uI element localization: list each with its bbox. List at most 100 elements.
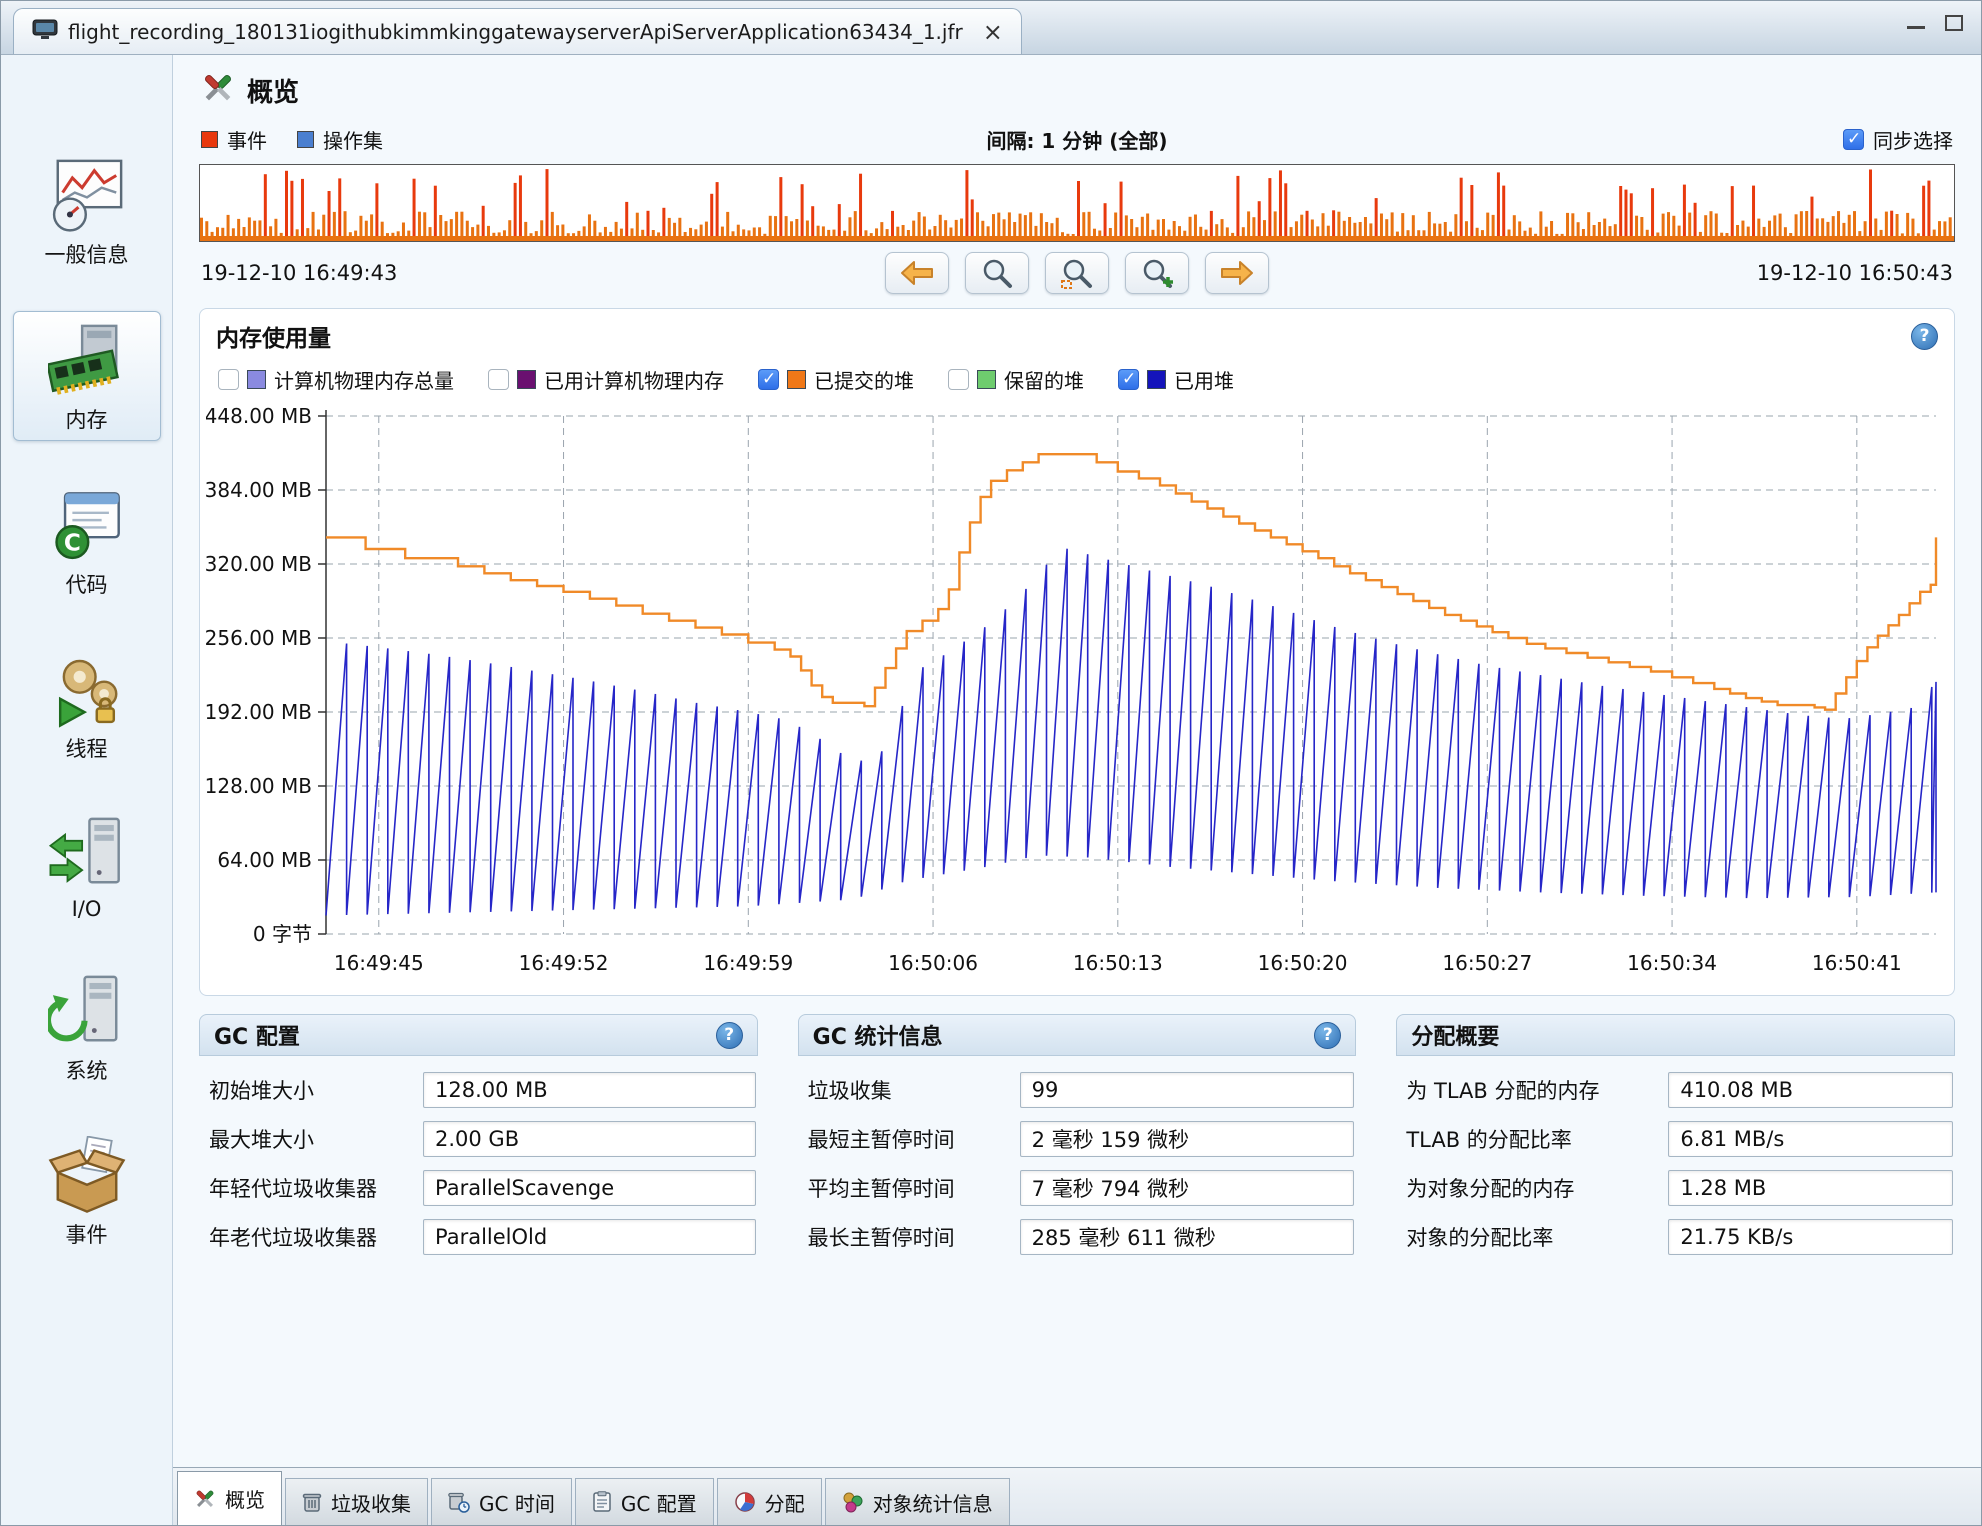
svg-text:16:49:52: 16:49:52 [519, 951, 609, 975]
sidebar-item-label: 事件 [66, 1219, 108, 1249]
help-icon[interactable]: ? [1911, 323, 1938, 350]
zoom-selection-button[interactable] [1045, 252, 1109, 294]
back-icon [897, 258, 937, 288]
panel-title: GC 统计信息 [813, 1019, 943, 1051]
sidebar-item-general-info[interactable]: 一般信息 [13, 147, 161, 275]
event-timeline-chart[interactable] [199, 164, 1955, 242]
series-toggle-label: 保留的堆 [1004, 365, 1084, 394]
sidebar-item-label: 线程 [66, 733, 108, 763]
minimize-button[interactable] [1907, 17, 1925, 29]
overview-tab-icon [194, 1488, 216, 1510]
tab-object-stats[interactable]: 对象统计信息 [825, 1478, 1010, 1525]
svg-text:64.00 MB: 64.00 MB [217, 848, 312, 872]
general-info-icon [47, 155, 127, 235]
system-icon [47, 971, 127, 1051]
file-tab[interactable]: flight_recording_180131iogithubkimmkingg… [13, 8, 1022, 54]
legend-swatch-icon [201, 131, 218, 148]
tab-label: GC 时间 [479, 1488, 555, 1517]
svg-text:448.00 MB: 448.00 MB [206, 404, 312, 428]
tab-gc-config[interactable]: GC 配置 [575, 1478, 714, 1525]
trash-clock-icon [448, 1491, 470, 1513]
value-field[interactable]: 21.75 KB/s [1668, 1219, 1953, 1255]
checkbox-checked-icon [758, 369, 779, 390]
sidebar-item-memory[interactable]: 内存 [13, 311, 161, 441]
sidebar-item-events[interactable]: 事件 [13, 1127, 161, 1255]
sidebar-item-label: 内存 [66, 404, 108, 434]
value-field[interactable]: 2.00 GB [423, 1121, 756, 1157]
svg-text:256.00 MB: 256.00 MB [206, 626, 312, 650]
value-field[interactable]: 410.08 MB [1668, 1072, 1953, 1108]
legend-label: 事件 [227, 125, 267, 154]
sidebar-item-threads[interactable]: 线程 [13, 641, 161, 769]
forward-button[interactable] [1205, 252, 1269, 294]
sync-select-checkbox[interactable]: 同步选择 [1843, 125, 1953, 154]
value-field[interactable]: 7 毫秒 794 微秒 [1020, 1170, 1355, 1206]
gc-stats-panel: GC 统计信息?垃圾收集99最短主暂停时间2 毫秒 159 微秒平均主暂停时间7… [798, 1014, 1357, 1255]
value-field[interactable]: ParallelScavenge [423, 1170, 756, 1206]
value-field[interactable]: 285 毫秒 611 微秒 [1020, 1219, 1355, 1255]
value-field[interactable]: 99 [1020, 1072, 1355, 1108]
close-icon[interactable]: × [983, 20, 1003, 44]
svg-text:16:50:27: 16:50:27 [1442, 951, 1532, 975]
tab-label: GC 配置 [621, 1488, 697, 1517]
series-toggle-label: 已用计算机物理内存 [544, 365, 724, 394]
interval-label: 间隔: 1 分钟 (全部) [986, 125, 1167, 154]
series-toggle-label: 计算机物理内存总量 [274, 365, 454, 394]
series-toggle-0[interactable]: 计算机物理内存总量 [218, 365, 454, 394]
tab-overview[interactable]: 概览 [177, 1471, 282, 1525]
gc-stats-panel-header: GC 统计信息? [798, 1014, 1357, 1056]
checkbox-unchecked-icon [218, 369, 239, 390]
value-field[interactable]: 2 毫秒 159 微秒 [1020, 1121, 1355, 1157]
tab-label: 概览 [225, 1484, 265, 1513]
io-icon [47, 813, 127, 893]
zoom-icon [980, 257, 1014, 289]
recording-icon [32, 19, 58, 45]
field-label: 年轻代垃圾收集器 [209, 1173, 409, 1203]
tab-label: 垃圾收集 [331, 1488, 411, 1517]
tab-allocation[interactable]: 分配 [717, 1478, 822, 1525]
svg-text:16:50:06: 16:50:06 [888, 951, 978, 975]
tab-gc-time[interactable]: GC 时间 [431, 1478, 572, 1525]
series-toggle-1[interactable]: 已用计算机物理内存 [488, 365, 724, 394]
field-label: 最大堆大小 [209, 1124, 409, 1154]
memory-icon [47, 320, 127, 400]
value-field[interactable]: 1.28 MB [1668, 1170, 1953, 1206]
series-toggle-3[interactable]: 保留的堆 [948, 365, 1084, 394]
main-content: 概览 事件操作集 间隔: 1 分钟 (全部) 同步选择 19-12-10 16:… [173, 55, 1981, 1525]
field-label: 初始堆大小 [209, 1075, 409, 1105]
bottom-tab-bar: 概览 垃圾收集 GC 时间 GC 配置 分配对象统计信息 [173, 1467, 1981, 1525]
object-stats-icon [842, 1491, 864, 1513]
info-row: 年轻代垃圾收集器 ParallelScavenge [209, 1170, 756, 1206]
sidebar-item-code[interactable]: C代码 [13, 477, 161, 605]
series-toggle-2[interactable]: 已提交的堆 [758, 365, 914, 394]
field-label: 最短主暂停时间 [808, 1124, 1006, 1154]
code-icon: C [47, 485, 127, 565]
value-field[interactable]: 6.81 MB/s [1668, 1121, 1953, 1157]
help-icon[interactable]: ? [716, 1022, 743, 1049]
series-toggle-4[interactable]: 已用堆 [1118, 365, 1234, 394]
field-label: 为对象分配的内存 [1406, 1173, 1654, 1203]
help-icon[interactable]: ? [1314, 1022, 1341, 1049]
sidebar-item-label: 一般信息 [45, 239, 129, 269]
memory-usage-chart[interactable]: 448.00 MB384.00 MB320.00 MB256.00 MB192.… [200, 400, 1954, 991]
value-field[interactable]: 128.00 MB [423, 1072, 756, 1108]
memory-usage-title: 内存使用量 [216, 319, 331, 353]
sidebar-item-system[interactable]: 系统 [13, 963, 161, 1091]
zoom-button[interactable] [965, 252, 1029, 294]
info-row: 平均主暂停时间7 毫秒 794 微秒 [808, 1170, 1355, 1206]
zoom-in-button[interactable] [1125, 252, 1189, 294]
svg-text:16:50:41: 16:50:41 [1812, 951, 1902, 975]
threads-icon [47, 649, 127, 729]
maximize-button[interactable] [1945, 15, 1963, 31]
value-field[interactable]: ParallelOld [423, 1219, 756, 1255]
tab-label: 分配 [765, 1488, 805, 1517]
forward-icon [1217, 258, 1257, 288]
timeline-end-time: 19-12-10 16:50:43 [1757, 261, 1953, 285]
back-button[interactable] [885, 252, 949, 294]
info-row: TLAB 的分配比率6.81 MB/s [1406, 1121, 1953, 1157]
gc-config-panel-header: GC 配置? [199, 1014, 758, 1056]
sidebar-item-io[interactable]: I/O [13, 805, 161, 927]
timeline-nav-buttons [885, 252, 1269, 294]
tab-gc[interactable]: 垃圾收集 [285, 1478, 428, 1525]
checkbox-unchecked-icon [948, 369, 969, 390]
